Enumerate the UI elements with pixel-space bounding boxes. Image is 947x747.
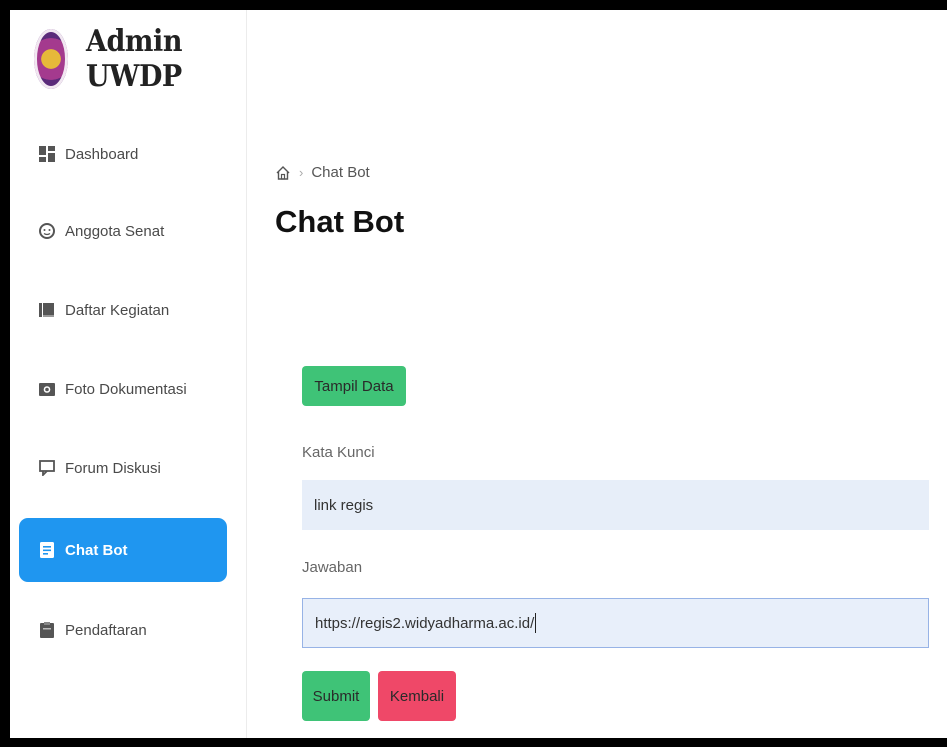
sidebar-item-label: Daftar Kegiatan — [65, 301, 170, 319]
breadcrumb: › Chat Bot — [275, 164, 370, 181]
camera-icon — [39, 381, 55, 397]
jawaban-value: https://regis2.widyadharma.ac.id/ — [315, 614, 535, 632]
page-title: Chat Bot — [275, 204, 405, 239]
brand: Admin UWDP — [34, 24, 246, 94]
sidebar-item-label: Foto Dokumentasi — [65, 380, 187, 398]
book-icon — [39, 302, 55, 318]
tampil-data-button[interactable]: Tampil Data — [302, 366, 406, 406]
sidebar-item-label: Dashboard — [65, 145, 139, 163]
breadcrumb-current: Chat Bot — [311, 164, 370, 181]
kembali-button[interactable]: Kembali — [378, 671, 456, 721]
sidebar-item-label: Forum Diskusi — [65, 459, 161, 477]
sidebar-item-label: Anggota Senat — [65, 222, 165, 240]
sidebar-item-dashboard[interactable]: Dashboard — [19, 122, 227, 186]
submit-button[interactable]: Submit — [302, 671, 370, 721]
kata-kunci-label: Kata Kunci — [302, 444, 375, 461]
user-circle-icon — [39, 223, 55, 239]
dashboard-icon — [39, 146, 55, 162]
sidebar-item-pendaftaran[interactable]: Pendaftaran — [19, 598, 227, 662]
chat-bubble-icon — [39, 460, 55, 476]
sidebar: Admin UWDP Dashboard Anggota Senat Dafta… — [10, 10, 247, 738]
sidebar-item-daftar-kegiatan[interactable]: Daftar Kegiatan — [19, 278, 227, 342]
sidebar-item-forum-diskusi[interactable]: Forum Diskusi — [19, 436, 227, 500]
text-cursor — [535, 613, 537, 633]
app-window: Admin UWDP Dashboard Anggota Senat Dafta… — [10, 10, 947, 738]
chevron-right-icon: › — [299, 165, 304, 180]
main-content: › Chat Bot Chat Bot Tampil Data Kata Kun… — [247, 10, 947, 738]
document-icon — [39, 542, 55, 558]
jawaban-label: Jawaban — [302, 559, 363, 576]
sidebar-item-label: Chat Bot — [65, 541, 128, 559]
brand-title: Admin UWDP — [86, 24, 183, 94]
sidebar-item-anggota-senat[interactable]: Anggota Senat — [19, 199, 227, 263]
jawaban-input[interactable]: https://regis2.widyadharma.ac.id/ — [302, 598, 929, 648]
kata-kunci-value: link regis — [314, 496, 374, 514]
home-icon[interactable] — [275, 165, 291, 181]
sidebar-item-foto-dokumentasi[interactable]: Foto Dokumentasi — [19, 357, 227, 421]
university-logo — [34, 29, 69, 89]
sidebar-item-label: Pendaftaran — [65, 621, 147, 639]
sidebar-item-chat-bot[interactable]: Chat Bot — [19, 518, 227, 582]
kata-kunci-input[interactable]: link regis — [302, 480, 929, 530]
clipboard-icon — [39, 622, 55, 638]
